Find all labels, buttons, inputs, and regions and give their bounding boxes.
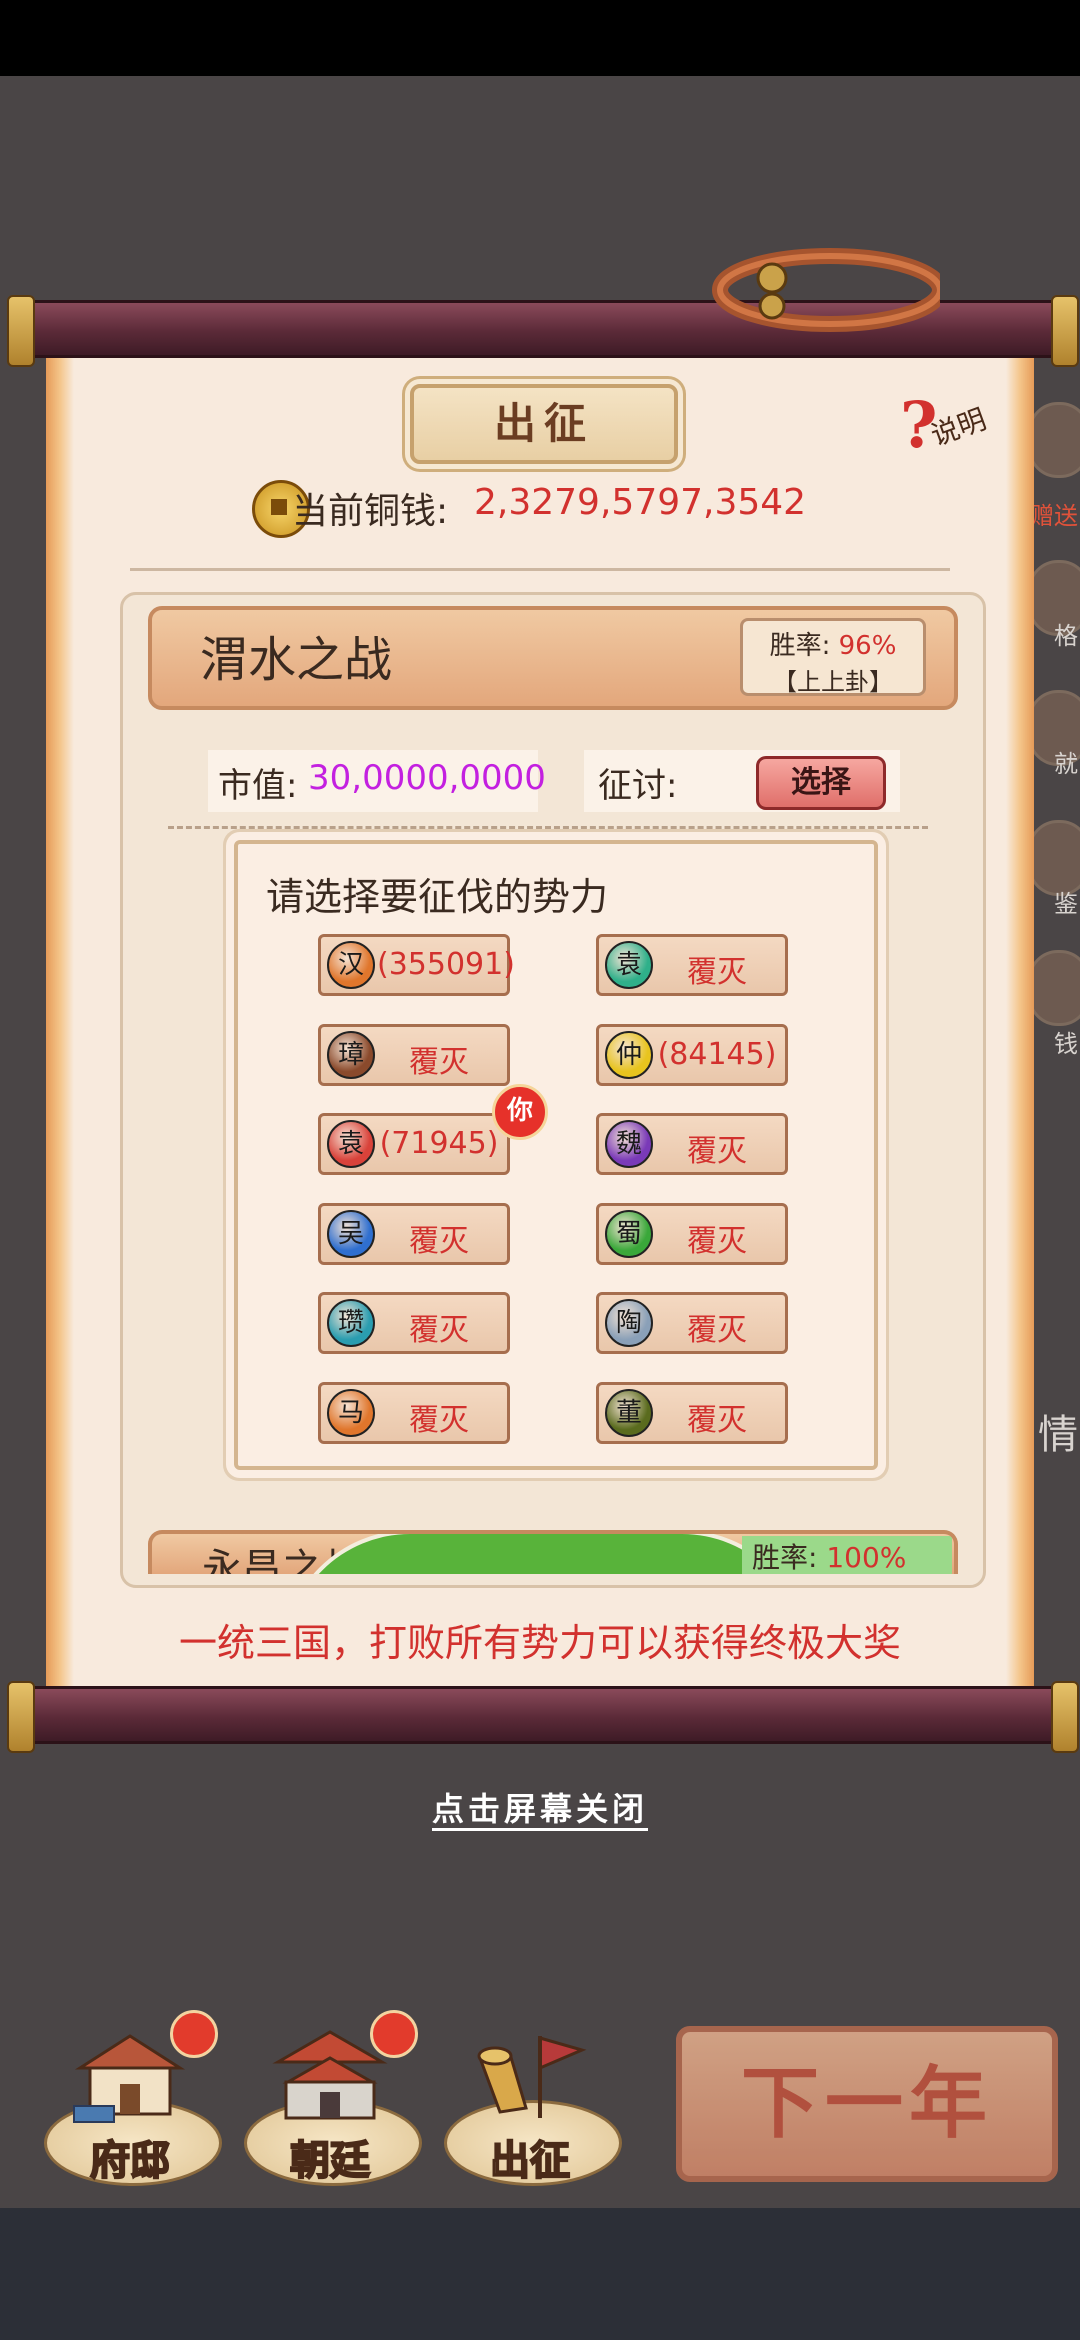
next-battle-card[interactable]: 永昌之战 胜率: 100% [148,1530,958,1574]
market-value-label: 市值: [218,766,298,806]
side-label-1: 格 [1054,622,1078,650]
nav-campaign-label: 出征 [489,2137,571,2185]
copper-value: 2,3279,5797,3542 [474,482,807,523]
side-coin-icon[interactable] [1028,950,1080,1026]
help-button[interactable]: ? 说明 [900,388,1000,463]
faction-button[interactable]: 吴覆灭 [318,1202,510,1265]
faction-status: (84145) [657,1036,777,1072]
close-hint[interactable]: 点击屏幕关闭 [0,1784,1080,1831]
dashed-divider [168,826,928,829]
faction-emblem-icon: 陶 [605,1299,653,1347]
you-badge: 你 [492,1084,548,1140]
side-label-gift: 赠送 [1030,502,1078,530]
faction-status: 覆灭 [409,1402,469,1438]
next-win-rate: 胜率: 100% [742,1536,952,1574]
nav-mansion-label: 府邸 [89,2137,171,2185]
nav-mansion[interactable]: 府邸 [40,2010,222,2190]
faction-emblem-icon: 马 [327,1388,375,1437]
side-hero-icon[interactable] [1028,402,1080,478]
faction-status: 覆灭 [687,1223,747,1259]
faction-emblem-icon: 汉 [327,941,375,989]
faction-status: 覆灭 [687,1313,747,1348]
campaign-label: 征讨: [598,766,678,806]
copper-label: 当前铜钱: [292,491,449,532]
nav-court-label: 朝廷 [289,2137,371,2185]
status-bar [0,0,1080,76]
faction-status: 覆灭 [687,1134,747,1169]
battle-name: 渭水之战 [200,632,393,688]
slogan-text: 一统三国，打败所有势力可以获得终极大奖 [178,1621,901,1665]
faction-emblem-icon: 董 [605,1388,653,1437]
system-nav-bar [0,2208,1080,2340]
faction-button[interactable]: 马覆灭 [318,1381,510,1444]
faction-emblem-icon: 魏 [605,1120,653,1168]
faction-status: (71945) [379,1126,499,1161]
faction-button[interactable]: 仲 (84145) [596,1023,788,1086]
win-rate-label: 胜率: [769,631,831,661]
nav-campaign[interactable]: 出征 [440,2010,622,2190]
faction-emblem-icon: 袁 [605,941,653,989]
faction-status: (355091) [377,947,515,982]
faction-button[interactable]: 陶覆灭 [596,1292,788,1354]
side-label-4: 钱 [1054,1030,1078,1058]
faction-status: 覆灭 [687,955,747,990]
faction-status: 覆灭 [409,1313,469,1348]
faction-emblem-icon: 瓒 [327,1299,375,1347]
nav-court[interactable]: 朝廷 [240,2010,422,2190]
side-label-3: 鉴 [1054,890,1078,918]
market-value-box: 市值: 30,0000,0000 [208,750,546,812]
dialog-title: 出征 [410,384,678,464]
scroll-bottom-rod [7,1681,1079,1753]
faction-button[interactable]: 袁覆灭 [596,934,788,996]
faction-emblem-icon: 仲 [605,1030,653,1079]
faction-emblem-icon: 袁 [327,1120,375,1168]
war-horn-icon [477,2036,587,2118]
win-rate-value: 96% [838,631,897,661]
faction-emblem-icon: 蜀 [605,1209,653,1258]
select-button[interactable]: 选择 [756,756,886,810]
faction-button[interactable]: 袁 (71945) [318,1113,510,1175]
faction-button[interactable]: 董覆灭 [596,1381,788,1444]
campaign-box: 征讨: 选择 [584,750,900,812]
side-label-2: 就 [1054,750,1078,778]
faction-button[interactable]: 璋覆灭 [318,1023,510,1086]
faction-status: 覆灭 [409,1223,469,1259]
faction-button[interactable]: 汉 (355091) [318,934,515,996]
win-rate-tag: 【上上卦】 [773,668,893,696]
faction-emblem-icon: 吴 [327,1209,375,1258]
faction-status: 覆灭 [409,1044,469,1080]
next-year-button[interactable]: 下一年 [676,2026,1058,2182]
faction-button[interactable]: 魏覆灭 [596,1113,788,1175]
divider [130,568,950,571]
market-value: 30,0000,0000 [308,758,546,798]
notification-dot [170,2010,218,2058]
faction-button[interactable]: 瓒覆灭 [318,1292,510,1354]
faction-button[interactable]: 蜀覆灭 [596,1202,788,1265]
popup-title: 请选择要征伐的势力 [266,875,609,919]
faction-status: 覆灭 [687,1402,747,1438]
notification-dot [370,2010,418,2058]
side-label-5: 情 [1038,1412,1078,1458]
faction-emblem-icon: 璋 [327,1030,375,1079]
scroll-knot-icon [712,248,940,332]
win-rate-box: 胜率: 96% 【上上卦】 [740,618,926,696]
